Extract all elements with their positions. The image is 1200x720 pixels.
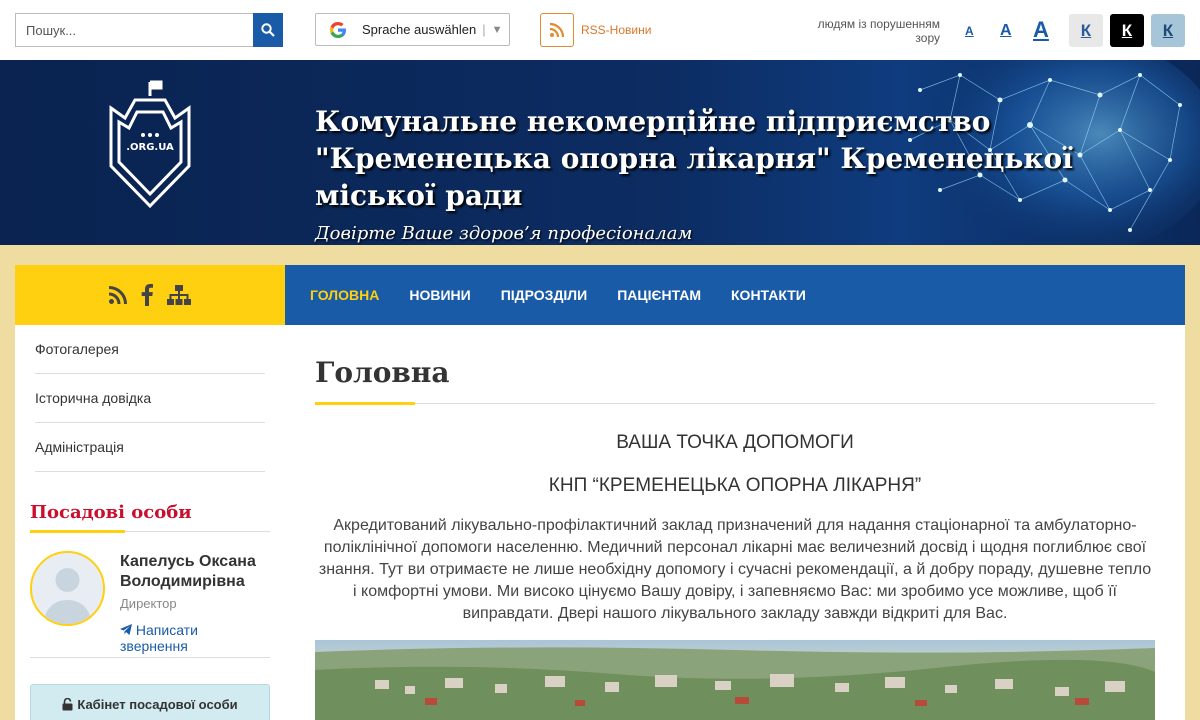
official-position: Директор [120, 596, 177, 611]
logo-text: .ORG.UA [126, 142, 174, 153]
site-title: Комунальне некомерційне підприємство "Кр… [315, 105, 1073, 212]
sidebar: Фотогалерея Історична довідка Адміністра… [15, 265, 285, 720]
search-form [15, 13, 283, 47]
main-content: Головна ВАША ТОЧКА ДОПОМОГИ КНП “КРЕМЕНЕ… [285, 325, 1185, 720]
nav-item-home[interactable]: ГОЛОВНА [310, 287, 379, 303]
content-paragraph: Акредитований лікувально-профілактичний … [318, 517, 1152, 622]
nav-item-contacts[interactable]: КОНТАКТИ [731, 287, 806, 303]
font-size-medium-button[interactable]: A [1000, 22, 1012, 40]
facebook-button[interactable] [140, 284, 154, 306]
font-size-small-button[interactable]: A [965, 24, 974, 38]
search-icon [261, 23, 275, 37]
rss-label: RSS-Новини [581, 23, 652, 37]
rss-feed-button[interactable] [108, 285, 128, 305]
official-card: Капелусь Оксана Володимирівна Директор Н… [30, 532, 270, 658]
avatar [30, 551, 105, 626]
person-placeholder-icon [44, 568, 91, 624]
sidebar-item-administration[interactable]: Адміністрація [35, 423, 265, 472]
sidebar-menu: Фотогалерея Історична довідка Адміністра… [15, 325, 285, 472]
top-bar: Sprache auswählen | ▼ RSS-Новини людям і… [0, 0, 1200, 60]
social-bar [15, 265, 285, 325]
official-cabinet-label: Кабінет посадової особи [77, 696, 238, 712]
contrast-default-button[interactable]: К [1069, 14, 1103, 47]
site-logo: .ORG.UA [109, 80, 191, 209]
page-title: Головна [315, 356, 450, 389]
sitemap-button[interactable] [166, 284, 192, 306]
city-photo-illustration [315, 647, 1155, 720]
sitemap-icon [167, 285, 191, 305]
main-nav: ГОЛОВНА НОВИНИ ПІДРОЗДІЛИ ПАЦІЄНТАМ КОНТ… [285, 265, 1185, 325]
language-select-label: Sprache auswählen [362, 22, 477, 37]
title-divider [315, 402, 1155, 405]
google-icon [330, 21, 346, 38]
vision-label: людям із порушенням зору [817, 17, 940, 45]
officials-heading: Посадові особи [30, 502, 192, 523]
search-button[interactable] [253, 13, 283, 47]
write-appeal-link[interactable]: Написати звернення [120, 622, 260, 654]
sidebar-item-history[interactable]: Історична довідка [35, 374, 265, 423]
contrast-black-button[interactable]: К [1110, 14, 1144, 47]
rss-icon [549, 22, 565, 38]
font-size-large-button[interactable]: A [1033, 17, 1049, 43]
sidebar-item-photogallery[interactable]: Фотогалерея [35, 325, 265, 374]
search-input[interactable] [15, 13, 253, 47]
nav-item-patients[interactable]: ПАЦІЄНТАМ [617, 287, 701, 303]
send-icon [120, 624, 132, 635]
contrast-blue-button[interactable]: К [1151, 14, 1185, 47]
city-aerial-photo [315, 640, 1155, 720]
content-heading-primary: ВАША ТОЧКА ДОПОМОГИ [616, 432, 854, 453]
rss-link[interactable]: RSS-Новини [540, 13, 651, 47]
official-cabinet-button[interactable]: Кабінет посадової особи [30, 684, 270, 720]
facebook-icon [141, 284, 153, 306]
language-select[interactable]: Sprache auswählen | ▼ [315, 13, 510, 46]
nav-item-departments[interactable]: ПІДРОЗДІЛИ [501, 287, 588, 303]
official-name: Капелусь Оксана Володимирівна [120, 553, 256, 590]
nav-item-news[interactable]: НОВИНИ [409, 287, 470, 303]
rss-icon-box [540, 13, 574, 47]
chevron-down-icon: ▼ [491, 23, 503, 36]
content-heading-secondary: КНП “КРЕМЕНЕЦЬКА ОПОРНА ЛІКАРНЯ” [548, 475, 922, 496]
select-separator: | [482, 22, 486, 37]
rss-icon [108, 286, 127, 305]
site-subtitle: Довірте Ваше здоров’я професіоналам [315, 223, 693, 244]
header-banner: .ORG.UA Комунальне некомерційне підприєм… [0, 60, 1200, 245]
lock-icon [62, 697, 73, 710]
write-appeal-label: Написати звернення [120, 622, 198, 654]
